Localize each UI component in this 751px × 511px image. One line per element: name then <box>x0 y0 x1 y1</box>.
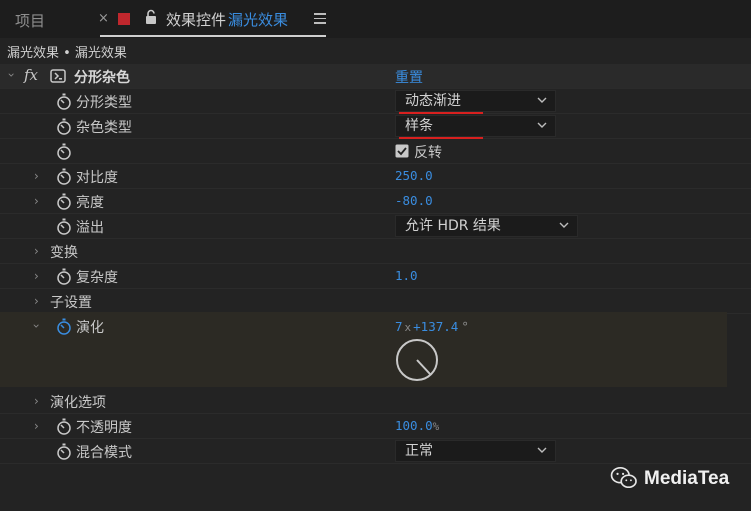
invert-checkbox[interactable] <box>395 144 409 158</box>
tab-project[interactable]: 项目 <box>15 10 45 31</box>
panel-tab-bar: 项目 × 效果控件 漏光效果 <box>0 0 751 38</box>
param-row-invert: 反转 <box>0 139 751 164</box>
param-label: 复杂度 <box>76 270 118 286</box>
active-tab-indicator <box>100 35 326 37</box>
param-label: 演化 <box>76 320 104 336</box>
evolution-degrees: +137.4 <box>413 319 459 334</box>
param-row-complexity: › 复杂度 1.0 <box>0 264 751 289</box>
param-group-evolution-options: › 演化选项 <box>0 389 751 414</box>
panel-menu-icon[interactable] <box>314 13 326 24</box>
chevron-down-icon <box>559 222 569 228</box>
stopwatch-icon[interactable] <box>56 218 72 235</box>
evolution-x: x <box>404 321 412 334</box>
param-label: 混合模式 <box>76 445 132 461</box>
stopwatch-icon[interactable] <box>56 443 72 460</box>
param-label: 对比度 <box>76 170 118 186</box>
param-row-brightness: › 亮度 -80.0 <box>0 189 751 214</box>
unlock-icon[interactable] <box>143 9 159 25</box>
stopwatch-icon[interactable] <box>56 143 72 160</box>
param-label: 杂色类型 <box>76 120 132 136</box>
tab-effect-controls[interactable]: 效果控件 漏光效果 <box>166 9 288 30</box>
contrast-value[interactable]: 250.0 <box>395 168 433 183</box>
twirl-closed-icon[interactable]: › <box>34 419 39 433</box>
stopwatch-icon[interactable] <box>56 118 72 135</box>
chevron-down-icon <box>537 447 547 453</box>
chevron-down-icon <box>537 97 547 103</box>
opacity-value[interactable]: 100.0% <box>395 418 439 433</box>
blend-mode-dropdown[interactable]: 正常 <box>395 440 556 462</box>
percent-unit: % <box>432 420 440 433</box>
noise-type-dropdown[interactable]: 样条 <box>395 115 556 137</box>
param-label: 不透明度 <box>76 420 132 436</box>
group-label: 子设置 <box>50 295 92 311</box>
wechat-icon <box>610 467 637 489</box>
param-row-overflow: 溢出 允许 HDR 结果 <box>0 214 751 239</box>
evolution-value[interactable]: 7 x +137.4 ° <box>395 319 469 334</box>
effect-name: 分形杂色 <box>74 70 130 86</box>
evolution-revolutions: 7 <box>395 319 403 334</box>
chevron-down-icon <box>537 122 547 128</box>
twirl-closed-icon[interactable]: › <box>34 169 39 183</box>
stopwatch-icon[interactable] <box>56 168 72 185</box>
twirl-closed-icon[interactable]: › <box>34 244 39 258</box>
stopwatch-icon[interactable] <box>56 193 72 210</box>
effect-header-row: › fx 分形杂色 重置 <box>0 64 751 89</box>
brightness-value[interactable]: -80.0 <box>395 193 433 208</box>
opacity-number: 100.0 <box>395 418 433 433</box>
fractal-type-dropdown[interactable]: 动态渐进 <box>395 90 556 112</box>
param-row-blend-mode: 混合模式 正常 <box>0 439 751 464</box>
param-label: 分形类型 <box>76 95 132 111</box>
param-group-transform: › 变换 <box>0 239 751 264</box>
stopwatch-icon[interactable] <box>56 93 72 110</box>
group-label: 演化选项 <box>50 395 106 411</box>
group-label: 变换 <box>50 245 78 261</box>
degree-sign: ° <box>461 319 469 334</box>
label-color-swatch <box>118 13 130 25</box>
param-row-fractal-type: 分形类型 动态渐进 <box>0 89 751 114</box>
twirl-closed-icon[interactable]: › <box>34 269 39 283</box>
tab-title-label: 效果控件 <box>166 11 227 29</box>
twirl-closed-icon[interactable]: › <box>34 294 39 308</box>
fx-toggle[interactable]: fx <box>24 66 38 84</box>
close-icon[interactable]: × <box>98 11 109 26</box>
watermark-text: MediaTea <box>644 468 730 489</box>
stopwatch-icon[interactable] <box>56 418 72 435</box>
twirl-closed-icon[interactable]: › <box>34 394 39 408</box>
param-row-evolution: › 演化 7 x +137.4 ° <box>0 314 751 339</box>
twirl-closed-icon[interactable]: › <box>34 194 39 208</box>
param-label: 亮度 <box>76 195 104 211</box>
twirl-open-icon[interactable]: › <box>4 73 18 78</box>
twirl-open-icon[interactable]: › <box>29 324 43 329</box>
param-row-opacity: › 不透明度 100.0% <box>0 414 751 439</box>
invert-label: 反转 <box>414 145 442 161</box>
complexity-value[interactable]: 1.0 <box>395 268 418 283</box>
param-group-sub-settings: › 子设置 <box>0 289 751 314</box>
effect-preset-icon <box>50 69 66 83</box>
tab-comp-name: 漏光效果 <box>228 11 289 29</box>
param-row-noise-type: 杂色类型 样条 <box>0 114 751 139</box>
dropdown-value: 样条 <box>405 118 433 134</box>
breadcrumb: 漏光效果 • 漏光效果 <box>7 46 127 61</box>
dropdown-value: 正常 <box>405 443 433 459</box>
overflow-dropdown[interactable]: 允许 HDR 结果 <box>395 215 578 237</box>
param-label: 溢出 <box>76 220 104 236</box>
reset-button[interactable]: 重置 <box>395 67 423 87</box>
param-row-contrast: › 对比度 250.0 <box>0 164 751 189</box>
dropdown-value: 允许 HDR 结果 <box>405 218 501 234</box>
dropdown-value: 动态渐进 <box>405 93 461 109</box>
stopwatch-icon[interactable] <box>56 268 72 285</box>
angle-dial[interactable] <box>394 337 440 383</box>
stopwatch-active-icon[interactable] <box>56 318 72 335</box>
